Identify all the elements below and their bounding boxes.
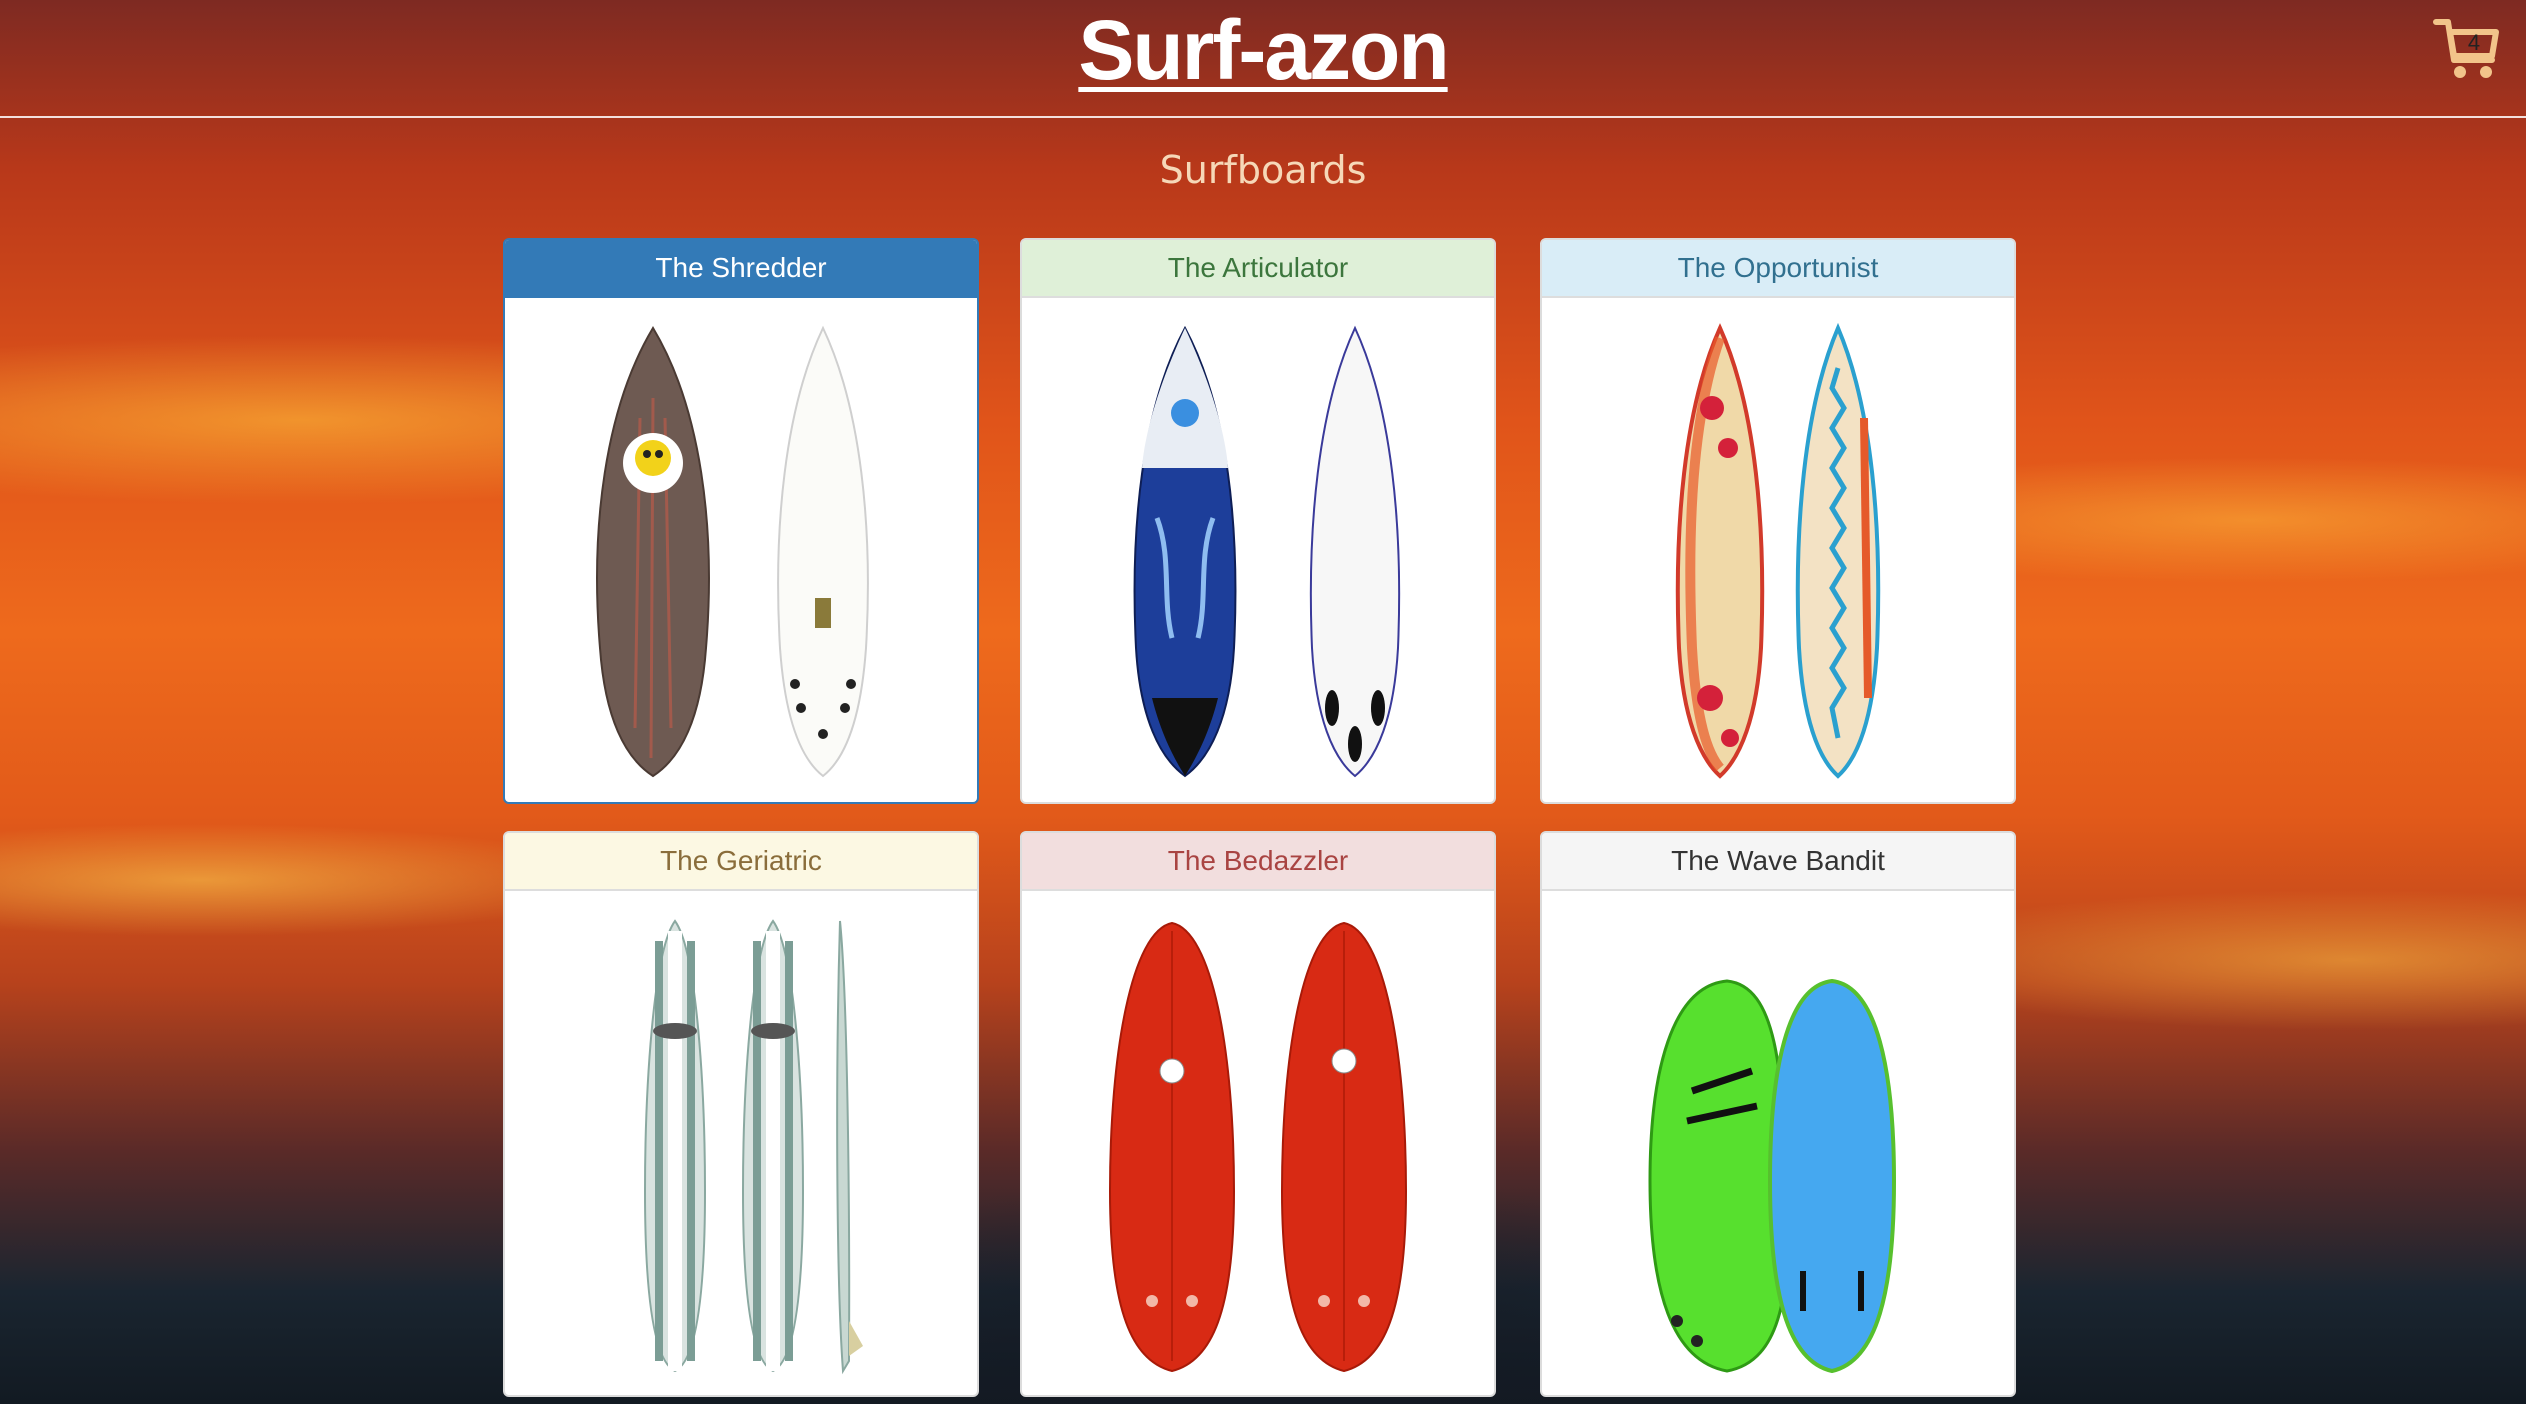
product-card-opportunist[interactable]: The Opportunist (1540, 238, 2016, 804)
product-image-wave-bandit (1542, 891, 2014, 1395)
product-card-title: The Articulator (1022, 240, 1494, 298)
product-card-geriatric[interactable]: The Geriatric (503, 831, 979, 1397)
product-image-articulator (1022, 298, 1494, 802)
product-card-title: The Geriatric (505, 833, 977, 891)
product-card-title: The Opportunist (1542, 240, 2014, 298)
section-heading: Surfboards (1159, 148, 1367, 192)
site-title[interactable]: Surf-azon (0, 0, 2526, 100)
product-card-shredder[interactable]: The Shredder (503, 238, 979, 804)
cart-count-badge: 4 (2467, 30, 2481, 55)
product-card-title: The Wave Bandit (1542, 833, 2014, 891)
product-image-opportunist (1542, 298, 2014, 802)
product-image-geriatric (505, 891, 977, 1395)
site-header: Surf-azon 4 (0, 0, 2526, 118)
cart-button[interactable]: 4 (2432, 14, 2502, 84)
product-card-bedazzler[interactable]: The Bedazzler (1020, 831, 1496, 1397)
product-card-title: The Bedazzler (1022, 833, 1494, 891)
product-card-articulator[interactable]: The Articulator (1020, 238, 1496, 804)
product-image-bedazzler (1022, 891, 1494, 1395)
product-card-title: The Shredder (505, 240, 977, 298)
product-image-shredder (505, 298, 977, 802)
product-card-wave-bandit[interactable]: The Wave Bandit (1540, 831, 2016, 1397)
